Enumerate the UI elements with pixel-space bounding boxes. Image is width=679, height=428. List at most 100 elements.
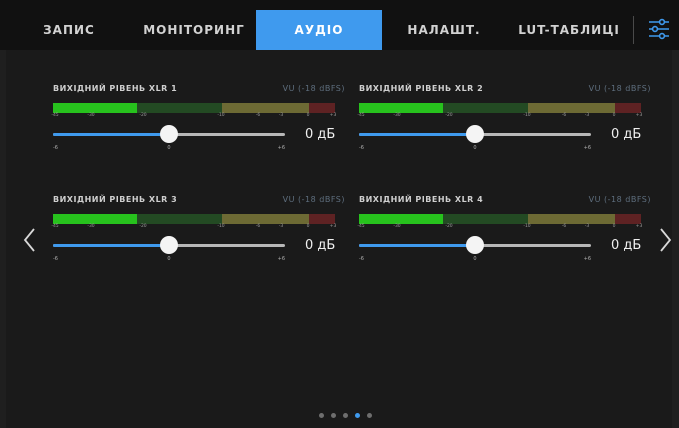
tab-setup[interactable]: НАЛАШТ.: [382, 10, 506, 50]
slider-scale-label: -6: [53, 256, 58, 262]
meter-scale-label: VU (-18 dBFS): [282, 195, 345, 204]
meter-tick-label: +3: [635, 224, 643, 229]
settings-button[interactable]: [646, 16, 672, 42]
meter-segment: [309, 103, 335, 113]
meter-segment: [359, 103, 443, 113]
slider-scale: -6 0 +6: [53, 256, 285, 266]
meter-tick-label: -3: [278, 224, 284, 229]
meter-tick-label: -6: [255, 224, 261, 229]
audio-level-meter: [53, 103, 335, 113]
audio-level-meter: [53, 214, 335, 224]
meter-tick-label: -45: [357, 113, 365, 118]
meter-tick-label: -10: [523, 224, 531, 229]
meter-segment: [443, 214, 528, 224]
slider-scale: -6 0 +6: [359, 145, 591, 155]
tab-audio[interactable]: АУДІО: [256, 10, 382, 50]
tab-monitoring[interactable]: МОНІТОРИНГ: [132, 10, 256, 50]
slider-scale-label: 0: [473, 145, 477, 151]
meter-tick-label: 0: [612, 113, 616, 118]
audio-level-meter: [359, 103, 641, 113]
meter-segment: [309, 214, 335, 224]
tab-record[interactable]: ЗАПИС: [6, 10, 132, 50]
slider-knob[interactable]: [466, 125, 484, 143]
meter-tick-label: -3: [278, 113, 284, 118]
level-value: 0 дБ: [611, 127, 642, 142]
meter-tick-label: -10: [523, 113, 531, 118]
meter-tick-label: -30: [87, 113, 95, 118]
page-dot[interactable]: [355, 413, 360, 418]
slider-scale-label: +6: [277, 145, 285, 151]
meter-tick-label: -45: [357, 224, 365, 229]
meter-scale-label: VU (-18 dBFS): [588, 84, 651, 93]
meter-scale-label: VU (-18 dBFS): [282, 84, 345, 93]
slider-knob[interactable]: [160, 236, 178, 254]
level-value: 0 дБ: [305, 127, 336, 142]
slider-fill: [359, 244, 475, 247]
meter-tick-label: 0: [306, 113, 310, 118]
meter-segment: [615, 214, 641, 224]
meter-segment: [443, 103, 528, 113]
level-slider[interactable]: [53, 235, 285, 255]
channel-title: ВИХІДНИЙ РІВЕНЬ XLR 3: [53, 195, 178, 204]
meter-tick-label: -20: [445, 113, 453, 118]
meter-tick-label: -20: [139, 224, 147, 229]
slider-scale-label: -6: [359, 145, 364, 151]
meter-tick-labels: -45 -30 -20 -10 -6 -3 0 +3: [51, 113, 337, 121]
page-dot[interactable]: [367, 413, 372, 418]
page-dot[interactable]: [343, 413, 348, 418]
meter-segment: [53, 214, 137, 224]
channel-xlr-3: ВИХІДНИЙ РІВЕНЬ XLR 3 VU (-18 dBFS) -45 -…: [51, 195, 345, 275]
page-dot[interactable]: [331, 413, 336, 418]
meter-segment: [222, 214, 309, 224]
meter-tick-label: -30: [87, 224, 95, 229]
level-slider[interactable]: [359, 124, 591, 144]
slider-scale-label: 0: [167, 145, 171, 151]
page-dot[interactable]: [319, 413, 324, 418]
page-indicator: [319, 413, 372, 418]
meter-segment: [137, 103, 222, 113]
slider-scale-label: +6: [277, 256, 285, 262]
level-value: 0 дБ: [611, 238, 642, 253]
channel-xlr-1: ВИХІДНИЙ РІВЕНЬ XLR 1 VU (-18 dBFS) -45 -…: [51, 84, 345, 164]
meter-segment: [528, 214, 615, 224]
next-page-button[interactable]: [655, 226, 675, 254]
slider-fill: [359, 133, 475, 136]
meter-tick-label: -20: [445, 224, 453, 229]
channel-xlr-4: ВИХІДНИЙ РІВЕНЬ XLR 4 VU (-18 dBFS) -45 -…: [357, 195, 651, 275]
chevron-left-icon: [23, 228, 35, 252]
slider-scale-label: +6: [583, 145, 591, 151]
channel-title: ВИХІДНИЙ РІВЕНЬ XLR 4: [359, 195, 484, 204]
meter-segment: [359, 214, 443, 224]
slider-fill: [53, 244, 169, 247]
meter-tick-label: +3: [329, 113, 337, 118]
meter-tick-label: -6: [561, 113, 567, 118]
meter-segment: [222, 103, 309, 113]
slider-scale-label: +6: [583, 256, 591, 262]
level-slider[interactable]: [359, 235, 591, 255]
level-value: 0 дБ: [305, 238, 336, 253]
meter-tick-label: -6: [255, 113, 261, 118]
slider-scale-label: 0: [473, 256, 477, 262]
meter-tick-label: -6: [561, 224, 567, 229]
chevron-right-icon: [660, 228, 672, 252]
slider-scale: -6 0 +6: [53, 145, 285, 155]
meter-segment: [137, 214, 222, 224]
meter-scale-label: VU (-18 dBFS): [588, 195, 651, 204]
channel-title: ВИХІДНИЙ РІВЕНЬ XLR 2: [359, 84, 484, 93]
slider-knob[interactable]: [466, 236, 484, 254]
meter-tick-labels: -45 -30 -20 -10 -6 -3 0 +3: [357, 113, 643, 121]
tab-lut-tables[interactable]: LUT-ТАБЛИЦІ: [506, 10, 632, 50]
tab-divider: [633, 16, 634, 44]
prev-page-button[interactable]: [20, 226, 40, 254]
slider-scale-label: -6: [359, 256, 364, 262]
slider-scale: -6 0 +6: [359, 256, 591, 266]
slider-knob[interactable]: [160, 125, 178, 143]
channel-xlr-2: ВИХІДНИЙ РІВЕНЬ XLR 2 VU (-18 dBFS) -45 -…: [357, 84, 651, 164]
meter-tick-label: 0: [306, 224, 310, 229]
meter-tick-label: 0: [612, 224, 616, 229]
level-slider[interactable]: [53, 124, 285, 144]
meter-tick-label: +3: [635, 113, 643, 118]
meter-tick-label: -45: [51, 113, 59, 118]
tab-bar: ЗАПИС МОНІТОРИНГ АУДІО НАЛАШТ. LUT-ТАБЛИ…: [0, 0, 679, 50]
meter-tick-label: -30: [393, 224, 401, 229]
